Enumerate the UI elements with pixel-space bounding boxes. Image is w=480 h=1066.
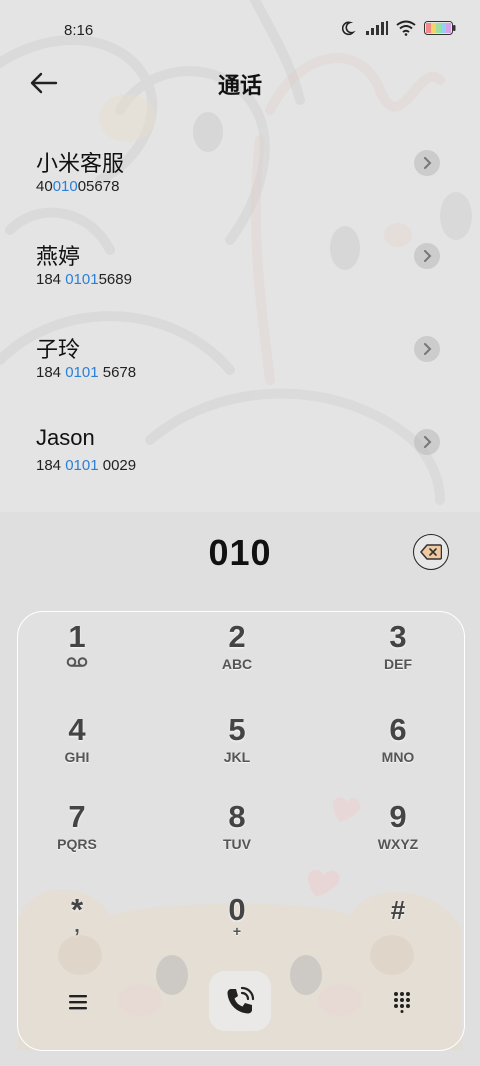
wifi-icon: [396, 20, 416, 36]
contact-details-button[interactable]: [414, 150, 440, 176]
key-digit: 4: [68, 712, 86, 747]
dialed-number[interactable]: 010: [0, 532, 480, 574]
contact-details-button[interactable]: [414, 336, 440, 362]
key-7[interactable]: 7 PQRS: [17, 800, 137, 876]
contact-item[interactable]: 燕婷 184 01015689: [0, 233, 480, 326]
number-match: 0101: [65, 271, 99, 288]
key-letters: GHI: [64, 749, 90, 765]
dialed-number-bar: 010: [0, 528, 480, 580]
number-suffix: 05678: [77, 178, 120, 195]
key-9[interactable]: 9 WXYZ: [338, 800, 458, 876]
contact-details-button[interactable]: [414, 429, 440, 455]
key-letters: +: [232, 923, 242, 939]
contact-item[interactable]: 小米客服 4001005678: [0, 140, 480, 233]
chevron-right-icon: [424, 250, 432, 262]
contact-name: 子玲: [36, 337, 81, 362]
key-digit: 1: [68, 619, 86, 654]
contact-number: 184 0101 0029: [36, 457, 136, 474]
backspace-icon: [420, 544, 442, 560]
key-3[interactable]: 3 DEF: [338, 620, 458, 696]
menu-icon: [69, 995, 87, 1010]
key-star[interactable]: * ,: [17, 893, 137, 969]
contact-number: 4001005678: [36, 178, 119, 195]
contact-name: Jason: [36, 425, 95, 450]
contact-number: 184 0101 5678: [36, 364, 136, 381]
contact-item[interactable]: 子玲 184 0101 5678: [0, 326, 480, 419]
number-suffix: 0029: [98, 457, 137, 474]
key-digit: 3: [389, 619, 407, 654]
key-digit: #: [390, 895, 406, 925]
key-digit: 7: [68, 799, 86, 834]
page-title: 通话: [217, 73, 262, 98]
contact-details-button[interactable]: [414, 243, 440, 269]
key-digit: 9: [389, 799, 407, 834]
moon-icon: [342, 21, 356, 36]
key-letters: JKL: [223, 749, 251, 765]
key-1[interactable]: 1: [17, 620, 137, 696]
voicemail-icon: [66, 657, 88, 667]
phone-call-icon: [227, 986, 255, 1014]
key-5[interactable]: 5 JKL: [177, 713, 297, 789]
number-match: 0101: [65, 457, 99, 474]
number-match: 010: [52, 178, 78, 195]
contact-name: 小米客服: [36, 151, 125, 176]
key-digit: 2: [228, 619, 246, 654]
number-prefix: 184: [36, 271, 66, 288]
status-icons: [342, 20, 456, 36]
key-letters: TUV: [223, 836, 251, 852]
key-letters: ,: [74, 915, 80, 937]
key-letters: PQRS: [57, 836, 97, 852]
key-4[interactable]: 4 GHI: [17, 713, 137, 789]
number-suffix: 5678: [98, 364, 137, 381]
number-prefix: 184: [36, 364, 66, 381]
key-letters: DEF: [384, 656, 412, 672]
menu-button[interactable]: [60, 984, 96, 1020]
key-digit: 0: [228, 892, 246, 927]
contact-item[interactable]: Jason 184 0101 0029: [0, 419, 480, 512]
backspace-button[interactable]: [413, 534, 449, 570]
number-match: 0101: [65, 364, 99, 381]
signal-icon: [366, 21, 388, 35]
contact-suggestions-list: 小米客服 4001005678 燕婷 184 01015689 子玲 184 0…: [0, 140, 480, 512]
key-0[interactable]: 0 +: [177, 893, 297, 969]
number-suffix: 5689: [98, 271, 132, 288]
key-8[interactable]: 8 TUV: [177, 800, 297, 876]
status-bar: 8:16: [0, 0, 480, 60]
chevron-right-icon: [424, 343, 432, 355]
chevron-right-icon: [424, 157, 432, 169]
contact-number: 184 01015689: [36, 271, 132, 288]
key-hash[interactable]: #: [338, 893, 458, 969]
key-letters: ABC: [221, 656, 253, 672]
key-digit: 8: [228, 799, 246, 834]
chevron-right-icon: [424, 436, 432, 448]
key-6[interactable]: 6 MNO: [338, 713, 458, 789]
number-prefix: 184: [36, 457, 66, 474]
contact-name: 燕婷: [36, 244, 81, 269]
key-digit: 6: [389, 712, 407, 747]
status-time: 8:16: [64, 22, 94, 39]
dialpad-toggle-button[interactable]: [384, 984, 420, 1020]
key-2[interactable]: 2 ABC: [177, 620, 297, 696]
key-letters: MNO: [381, 749, 415, 765]
key-digit: 5: [228, 712, 246, 747]
key-letters: WXYZ: [377, 836, 419, 852]
dialpad-icon: [394, 992, 410, 1013]
call-button[interactable]: [209, 971, 271, 1031]
number-prefix: 40: [36, 178, 53, 195]
header: 通话: [0, 60, 480, 106]
battery-icon: [424, 21, 456, 35]
